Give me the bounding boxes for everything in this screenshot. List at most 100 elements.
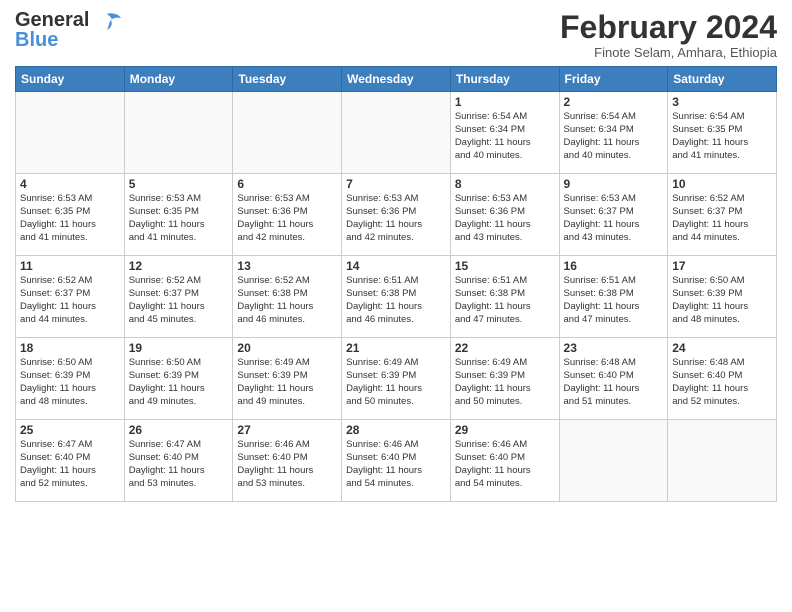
day-info: Sunrise: 6:49 AM Sunset: 6:39 PM Dayligh… (237, 357, 313, 406)
day-number: 25 (20, 423, 120, 437)
day-number: 20 (237, 341, 337, 355)
weekday-header-tuesday: Tuesday (233, 67, 342, 92)
day-number: 21 (346, 341, 446, 355)
calendar-cell: 13 Sunrise: 6:52 AM Sunset: 6:38 PM Dayli… (233, 256, 342, 338)
day-info: Sunrise: 6:52 AM Sunset: 6:38 PM Dayligh… (237, 275, 313, 324)
day-info: Sunrise: 6:51 AM Sunset: 6:38 PM Dayligh… (346, 275, 422, 324)
day-info: Sunrise: 6:46 AM Sunset: 6:40 PM Dayligh… (455, 439, 531, 488)
day-info: Sunrise: 6:50 AM Sunset: 6:39 PM Dayligh… (672, 275, 748, 324)
day-number: 13 (237, 259, 337, 273)
calendar-cell: 18 Sunrise: 6:50 AM Sunset: 6:39 PM Dayli… (16, 338, 125, 420)
day-number: 22 (455, 341, 555, 355)
weekday-header-monday: Monday (124, 67, 233, 92)
day-number: 7 (346, 177, 446, 191)
day-info: Sunrise: 6:54 AM Sunset: 6:35 PM Dayligh… (672, 111, 748, 160)
calendar-cell: 3 Sunrise: 6:54 AM Sunset: 6:35 PM Daylig… (668, 92, 777, 174)
day-info: Sunrise: 6:48 AM Sunset: 6:40 PM Dayligh… (672, 357, 748, 406)
calendar-cell: 29 Sunrise: 6:46 AM Sunset: 6:40 PM Dayli… (450, 420, 559, 502)
day-info: Sunrise: 6:50 AM Sunset: 6:39 PM Dayligh… (20, 357, 96, 406)
day-number: 29 (455, 423, 555, 437)
day-number: 3 (672, 95, 772, 109)
header: General Blue February 2024 Finote Selam,… (15, 10, 777, 60)
calendar-cell: 16Sunrise: 6:51 AM Sunset: 6:38 PM Dayli… (559, 256, 668, 338)
calendar-cell: 11 Sunrise: 6:52 AM Sunset: 6:37 PM Dayli… (16, 256, 125, 338)
calendar-cell: 22 Sunrise: 6:49 AM Sunset: 6:39 PM Dayli… (450, 338, 559, 420)
weekday-header-row: SundayMondayTuesdayWednesdayThursdayFrid… (16, 67, 777, 92)
calendar-cell (233, 92, 342, 174)
day-info: Sunrise: 6:53 AM Sunset: 6:37 PM Dayligh… (564, 193, 640, 242)
day-number: 15 (455, 259, 555, 273)
day-number: 5 (129, 177, 229, 191)
calendar-cell: 10 Sunrise: 6:52 AM Sunset: 6:37 PM Dayli… (668, 174, 777, 256)
calendar-cell (559, 420, 668, 502)
calendar-cell: 4Sunrise: 6:53 AM Sunset: 6:35 PM Daylig… (16, 174, 125, 256)
day-info: Sunrise: 6:50 AM Sunset: 6:39 PM Dayligh… (129, 357, 205, 406)
calendar-cell: 26Sunrise: 6:47 AM Sunset: 6:40 PM Dayli… (124, 420, 233, 502)
day-number: 16 (564, 259, 664, 273)
day-info: Sunrise: 6:46 AM Sunset: 6:40 PM Dayligh… (237, 439, 313, 488)
calendar-cell: 25 Sunrise: 6:47 AM Sunset: 6:40 PM Dayli… (16, 420, 125, 502)
day-number: 8 (455, 177, 555, 191)
calendar-cell (16, 92, 125, 174)
weekday-header-wednesday: Wednesday (342, 67, 451, 92)
day-info: Sunrise: 6:47 AM Sunset: 6:40 PM Dayligh… (20, 439, 96, 488)
calendar-cell: 19 Sunrise: 6:50 AM Sunset: 6:39 PM Dayli… (124, 338, 233, 420)
week-row-1: 1 Sunrise: 6:54 AM Sunset: 6:34 PM Daylig… (16, 92, 777, 174)
calendar-cell: 23Sunrise: 6:48 AM Sunset: 6:40 PM Dayli… (559, 338, 668, 420)
calendar-cell: 24 Sunrise: 6:48 AM Sunset: 6:40 PM Dayli… (668, 338, 777, 420)
calendar-cell (124, 92, 233, 174)
week-row-3: 11 Sunrise: 6:52 AM Sunset: 6:37 PM Dayli… (16, 256, 777, 338)
day-info: Sunrise: 6:53 AM Sunset: 6:36 PM Dayligh… (455, 193, 531, 242)
day-number: 11 (20, 259, 120, 273)
logo: General Blue (15, 10, 123, 50)
calendar-cell: 15 Sunrise: 6:51 AM Sunset: 6:38 PM Dayli… (450, 256, 559, 338)
calendar-cell: 12 Sunrise: 6:52 AM Sunset: 6:37 PM Dayli… (124, 256, 233, 338)
day-number: 4 (20, 177, 120, 191)
day-info: Sunrise: 6:51 AM Sunset: 6:38 PM Dayligh… (455, 275, 531, 324)
day-number: 24 (672, 341, 772, 355)
weekday-header-sunday: Sunday (16, 67, 125, 92)
calendar-cell: 6 Sunrise: 6:53 AM Sunset: 6:36 PM Daylig… (233, 174, 342, 256)
calendar-cell: 14 Sunrise: 6:51 AM Sunset: 6:38 PM Dayli… (342, 256, 451, 338)
day-number: 23 (564, 341, 664, 355)
calendar-cell: 21 Sunrise: 6:49 AM Sunset: 6:39 PM Dayli… (342, 338, 451, 420)
calendar-cell: 20 Sunrise: 6:49 AM Sunset: 6:39 PM Dayli… (233, 338, 342, 420)
weekday-header-thursday: Thursday (450, 67, 559, 92)
day-info: Sunrise: 6:52 AM Sunset: 6:37 PM Dayligh… (20, 275, 96, 324)
calendar-cell: 2Sunrise: 6:54 AM Sunset: 6:34 PM Daylig… (559, 92, 668, 174)
calendar-table: SundayMondayTuesdayWednesdayThursdayFrid… (15, 66, 777, 502)
day-info: Sunrise: 6:49 AM Sunset: 6:39 PM Dayligh… (346, 357, 422, 406)
day-info: Sunrise: 6:46 AM Sunset: 6:40 PM Dayligh… (346, 439, 422, 488)
day-number: 14 (346, 259, 446, 273)
day-info: Sunrise: 6:52 AM Sunset: 6:37 PM Dayligh… (672, 193, 748, 242)
calendar-cell: 28Sunrise: 6:46 AM Sunset: 6:40 PM Dayli… (342, 420, 451, 502)
day-info: Sunrise: 6:54 AM Sunset: 6:34 PM Dayligh… (455, 111, 531, 160)
month-title: February 2024 (560, 10, 777, 45)
day-info: Sunrise: 6:53 AM Sunset: 6:36 PM Dayligh… (237, 193, 313, 242)
week-row-4: 18 Sunrise: 6:50 AM Sunset: 6:39 PM Dayli… (16, 338, 777, 420)
day-number: 12 (129, 259, 229, 273)
weekday-header-friday: Friday (559, 67, 668, 92)
day-info: Sunrise: 6:47 AM Sunset: 6:40 PM Dayligh… (129, 439, 205, 488)
calendar-cell (668, 420, 777, 502)
week-row-2: 4 Sunrise: 6:53 AM Sunset: 6:35 PM Daylig… (16, 174, 777, 256)
day-number: 10 (672, 177, 772, 191)
calendar-cell: 5 Sunrise: 6:53 AM Sunset: 6:35 PM Daylig… (124, 174, 233, 256)
page: General Blue February 2024 Finote Selam,… (0, 0, 792, 612)
day-info: Sunrise: 6:54 AM Sunset: 6:34 PM Dayligh… (564, 111, 640, 160)
day-number: 27 (237, 423, 337, 437)
calendar-cell: 1 Sunrise: 6:54 AM Sunset: 6:34 PM Daylig… (450, 92, 559, 174)
day-info: Sunrise: 6:53 AM Sunset: 6:35 PM Dayligh… (129, 193, 205, 242)
day-number: 6 (237, 177, 337, 191)
calendar-cell: 17Sunrise: 6:50 AM Sunset: 6:39 PM Dayli… (668, 256, 777, 338)
day-number: 18 (20, 341, 120, 355)
title-block: February 2024 Finote Selam, Amhara, Ethi… (560, 10, 777, 60)
day-info: Sunrise: 6:52 AM Sunset: 6:37 PM Dayligh… (129, 275, 205, 324)
calendar-cell: 27 Sunrise: 6:46 AM Sunset: 6:40 PM Dayli… (233, 420, 342, 502)
calendar-cell: 9Sunrise: 6:53 AM Sunset: 6:37 PM Daylig… (559, 174, 668, 256)
day-number: 19 (129, 341, 229, 355)
week-row-5: 25 Sunrise: 6:47 AM Sunset: 6:40 PM Dayli… (16, 420, 777, 502)
day-info: Sunrise: 6:49 AM Sunset: 6:39 PM Dayligh… (455, 357, 531, 406)
location-subtitle: Finote Selam, Amhara, Ethiopia (560, 45, 777, 60)
day-number: 1 (455, 95, 555, 109)
